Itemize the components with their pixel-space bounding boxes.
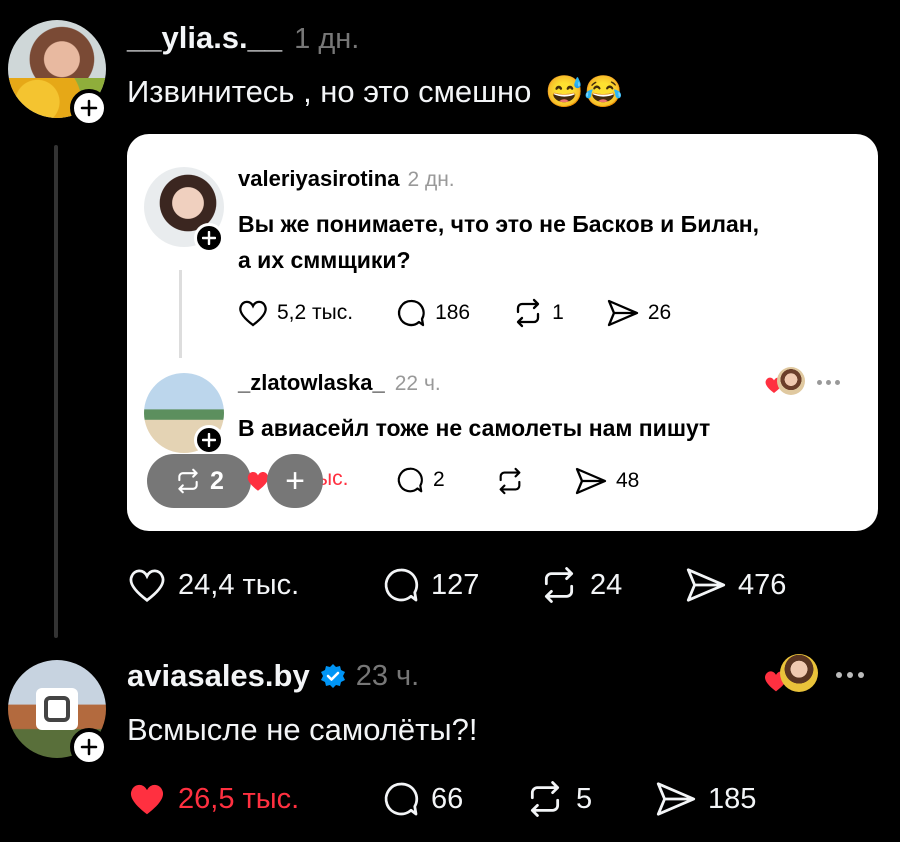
floating-repost-count: 2 xyxy=(210,466,224,495)
heart-icon xyxy=(129,569,165,602)
follow-plus-icon[interactable] xyxy=(70,89,108,127)
repost-icon xyxy=(530,781,560,817)
comment-icon xyxy=(384,782,419,816)
share-icon xyxy=(607,299,638,327)
heart-icon xyxy=(239,300,267,327)
quoted-like-button[interactable]: 5,2 тыс. xyxy=(237,297,353,329)
quoted-comment-count: 186 xyxy=(435,301,471,324)
quoted-thread-line xyxy=(179,270,182,358)
post2-share-count: 185 xyxy=(708,782,757,815)
floating-plus-button[interactable]: + xyxy=(267,454,323,508)
reply-time: 22 ч. xyxy=(394,372,441,395)
author-liked-indicator xyxy=(763,367,807,397)
post1-repost-count: 24 xyxy=(590,568,623,601)
comment-icon xyxy=(397,299,425,327)
post2-username[interactable]: aviasales.by xyxy=(127,658,310,694)
thread-line xyxy=(54,145,58,638)
quoted-comment-button[interactable]: 186 xyxy=(395,297,470,329)
follow-plus-icon[interactable] xyxy=(70,728,108,766)
post2-more-icon[interactable] xyxy=(836,672,864,678)
quoted-thread-card[interactable]: valeriyasirotina 2 дн. Вы же понимаете, … xyxy=(127,134,878,531)
quoted-text-line2: а их сммщики? xyxy=(238,247,411,273)
quoted-repost-count: 1 xyxy=(552,301,564,324)
reply-repost-button[interactable] xyxy=(495,467,525,495)
post2-like-count: 26,5 тыс. xyxy=(178,782,300,815)
post1-comment-count: 127 xyxy=(431,568,480,601)
quoted-share-count: 26 xyxy=(647,301,672,324)
reply-username[interactable]: _zlatowlaska_ xyxy=(238,370,385,396)
reply-text: В авиасейл тоже не самолеты нам пишут xyxy=(238,415,711,441)
share-icon xyxy=(656,782,696,816)
post1-repost-button[interactable]: 24 xyxy=(538,566,622,604)
quoted-like-count: 5,2 тыс. xyxy=(277,301,354,324)
repost-icon xyxy=(516,298,540,328)
post1-like-count: 24,4 тыс. xyxy=(178,568,300,601)
post1-time: 1 дн. xyxy=(294,23,360,55)
verified-badge-icon xyxy=(320,664,345,688)
quoted-share-button[interactable]: 26 xyxy=(606,297,671,329)
post1-comment-button[interactable]: 127 xyxy=(381,565,479,605)
post1-share-count: 476 xyxy=(738,568,787,601)
floating-plus-icon: + xyxy=(285,462,305,500)
post1-like-button[interactable]: 24,4 тыс. xyxy=(126,566,299,604)
post1-share-button[interactable]: 476 xyxy=(684,566,786,604)
share-icon xyxy=(686,568,726,602)
reply-share-count: 48 xyxy=(616,469,640,492)
repost-icon xyxy=(499,467,521,495)
reply-comment-button[interactable]: 2 xyxy=(395,465,445,495)
post2-comment-count: 66 xyxy=(431,782,464,815)
floating-repost-pill[interactable]: 2 xyxy=(147,454,251,508)
repost-icon xyxy=(544,567,574,603)
quoted-repost-button[interactable]: 1 xyxy=(512,297,564,329)
reply-more-icon[interactable] xyxy=(817,380,840,385)
heart-filled-icon xyxy=(130,784,164,815)
post2-text: Всмысле не самолёты?! xyxy=(127,712,478,747)
comment-icon xyxy=(384,568,419,602)
repost-icon xyxy=(178,468,198,494)
quoted-time: 2 дн. xyxy=(407,168,455,191)
reply-share-button[interactable]: 48 xyxy=(574,466,639,496)
share-icon xyxy=(575,467,607,495)
post2-share-button[interactable]: 185 xyxy=(654,780,756,818)
comment-icon xyxy=(397,467,423,493)
post2-author-liked-indicator xyxy=(762,654,818,694)
reply-comment-count: 2 xyxy=(433,468,445,491)
post1-username[interactable]: __ylia.s.__ xyxy=(127,20,282,56)
post2-repost-button[interactable]: 5 xyxy=(524,780,592,818)
post1-text: Извинитесь , но это смешно xyxy=(127,73,532,109)
follow-plus-icon[interactable] xyxy=(194,425,224,455)
follow-plus-icon[interactable] xyxy=(194,223,224,253)
post1-emojis: 😅😂 xyxy=(545,74,623,109)
post2-comment-button[interactable]: 66 xyxy=(381,779,463,819)
post2-time: 23 ч. xyxy=(355,659,420,692)
post2-repost-count: 5 xyxy=(576,782,593,815)
quoted-text-line1: Вы же понимаете, что это не Басков и Бил… xyxy=(238,211,760,237)
post2-like-button[interactable]: 26,5 тыс. xyxy=(126,780,299,818)
quoted-username[interactable]: valeriyasirotina xyxy=(238,166,399,192)
